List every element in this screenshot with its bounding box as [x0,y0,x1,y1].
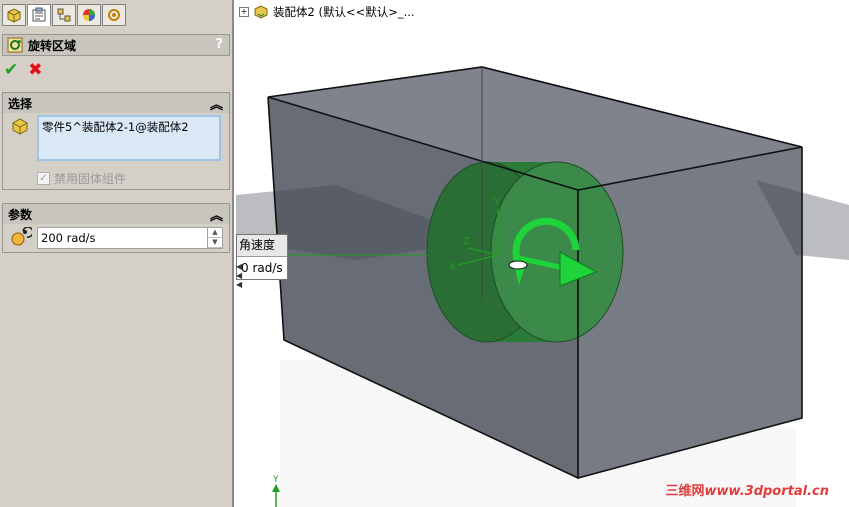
parameters-group-header[interactable]: 参数 ︽ [3,204,229,224]
property-manager-panel: 旋转区域 ? ✔ ✖ 选择 ︽ 零件5^装配体2-1@装配体2 ✓ 禁用固体组件… [0,0,234,507]
graphics-area[interactable]: Y Z X Y + 装配体2 (默认<<默认>_... 角速度 0 rad/s … [236,0,849,507]
model-scene[interactable]: Y Z X Y [236,0,849,507]
selected-component-item[interactable]: 零件5^装配体2-1@装配体2 [42,120,189,134]
collapse-chevron-icon[interactable]: ︽ [210,205,223,224]
rotating-region-icon [7,37,23,53]
view-triad-label-y: Y [272,475,279,485]
watermark: 三维网www.3dportal.cn [666,480,830,499]
tab-configuration-manager[interactable] [52,4,76,26]
cylinder-front-cap [490,161,624,343]
expand-icon[interactable]: + [239,7,249,17]
selection-group-title: 选择 [8,96,33,111]
axis-label-x: X [449,262,456,273]
parameters-group-title: 参数 [8,207,33,222]
assembly-tree-root[interactable]: 装配体2 (默认<<默认>_... [273,4,415,20]
angular-velocity-icon [11,227,32,246]
side-arrow-icon[interactable]: ◀ [236,280,242,289]
parameters-group: 参数 ︽ 200 rad/s ▲ ▼ [2,203,230,253]
watermark-url: www.3dportal.cn [704,484,829,499]
axis-label-y: Y [493,197,501,208]
selection-group-header[interactable]: 选择 ︽ [3,93,229,113]
appearance-icon [83,9,95,21]
watermark-cn: 三维网 [665,484,705,499]
property-sheet-icon [32,7,46,22]
angular-velocity-input[interactable]: 200 rad/s ▲ ▼ [37,227,223,249]
panel-side-arrows[interactable]: ◀ ◀ ◀ [236,262,242,289]
axis-origin-marker [508,260,528,270]
spin-up-icon[interactable]: ▲ [208,228,222,238]
configuration-icon [57,8,71,22]
checkbox-check-icon: ✓ [37,172,50,185]
side-arrow-icon[interactable]: ◀ [236,262,242,271]
assembly-icon [254,5,268,19]
component-selection-icon [12,118,28,135]
cancel-button[interactable]: ✖ [28,60,42,80]
angular-velocity-callout[interactable]: 角速度 0 rad/s [236,234,288,280]
ok-button[interactable]: ✔ [4,60,18,80]
tab-feature-manager[interactable] [2,4,26,26]
disable-solid-checkbox[interactable]: ✓ 禁用固体组件 [37,170,126,187]
callout-value: 0 rad/s [241,261,283,275]
property-manager-title: 旋转区域 [28,38,77,53]
view-triad-arrow-icon [272,484,280,492]
spin-buttons[interactable]: ▲ ▼ [207,228,222,248]
selection-group: 选择 ︽ 零件5^装配体2-1@装配体2 ✓ 禁用固体组件 [2,92,230,190]
disable-solid-label: 禁用固体组件 [54,172,127,186]
dimxpert-icon [108,9,120,21]
axis-label-z: Z [463,236,470,247]
property-manager-title-bar: 旋转区域 ? [2,34,230,56]
feature-tree-icon [7,8,21,23]
component-selection-list[interactable]: 零件5^装配体2-1@装配体2 [37,115,221,161]
callout-title: 角速度 [237,235,287,257]
manager-tabs [2,4,126,26]
tab-property-manager[interactable] [27,4,51,26]
ok-cancel-bar: ✔ ✖ [4,60,43,80]
tab-display-manager[interactable] [77,4,101,26]
spin-down-icon[interactable]: ▼ [208,238,222,248]
feature-tree-flyout[interactable]: + 装配体2 (默认<<默认>_... [239,4,415,20]
side-arrow-icon[interactable]: ◀ [236,271,242,280]
collapse-chevron-icon[interactable]: ︽ [210,94,223,113]
angular-velocity-value[interactable]: 200 rad/s [38,231,207,245]
help-icon[interactable]: ? [215,37,223,52]
tab-custom-manager[interactable] [102,4,126,26]
